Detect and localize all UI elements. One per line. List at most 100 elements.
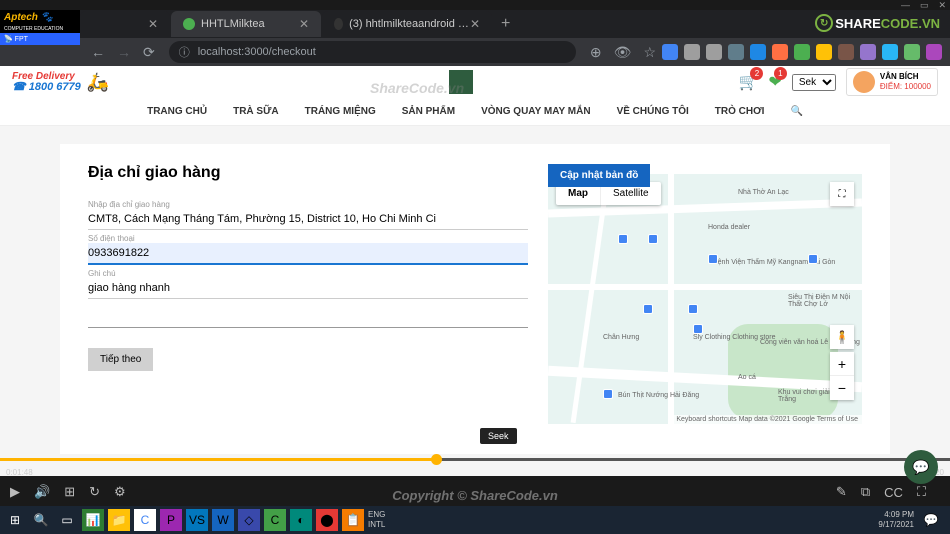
video-control-icon[interactable]: ↻: [89, 484, 100, 500]
extension-icon[interactable]: [838, 44, 854, 60]
info-icon[interactable]: ⓘ: [179, 44, 190, 60]
map-poi-label: Ao cá: [738, 374, 756, 381]
note-input[interactable]: [88, 278, 528, 299]
fullscreen-icon[interactable]: ⛶: [917, 484, 926, 500]
site-header: Free Delivery ☎ 1800 6779 🛵 🛒2 ❤1 Sek VÂ…: [0, 66, 950, 98]
extension-icon[interactable]: [750, 44, 766, 60]
taskbar-app[interactable]: W: [212, 509, 234, 531]
extension-icon[interactable]: [904, 44, 920, 60]
fullscreen-icon[interactable]: ⛶: [830, 182, 854, 206]
google-map[interactable]: Map Satellite ⛶ 🧍 + − Keyboard shortcuts…: [548, 174, 862, 424]
browser-tab[interactable]: (3) hhtlmilkteaandroid on Expo D✕: [322, 11, 492, 37]
extension-icon[interactable]: [772, 44, 788, 60]
extension-icon[interactable]: [684, 44, 700, 60]
taskbar-app[interactable]: 📊: [82, 509, 104, 531]
pegman-icon[interactable]: 🧍: [830, 325, 854, 349]
taskbar-app[interactable]: 📋: [342, 509, 364, 531]
address-input[interactable]: ⓘ localhost:3000/checkout: [169, 41, 576, 63]
nav-item[interactable]: TRÒ CHƠI: [715, 106, 765, 117]
window-close[interactable]: ✕: [938, 0, 946, 11]
wishlist-icon[interactable]: ❤1: [768, 72, 781, 92]
aptech-badge: Aptech 🐾 COMPUTER EDUCATION 📡 FPT: [0, 10, 80, 66]
notifications-icon[interactable]: 💬: [920, 509, 942, 531]
new-tab-button[interactable]: +: [501, 15, 510, 33]
browser-tab[interactable]: ✕: [80, 11, 170, 37]
extension-icon[interactable]: [816, 44, 832, 60]
nav-item[interactable]: VÒNG QUAY MAY MẮN: [481, 106, 590, 117]
taskbar-app[interactable]: C: [264, 509, 286, 531]
nav-item[interactable]: SẢN PHẨM: [402, 106, 455, 117]
url-bar: ← → ⟳ ⓘ localhost:3000/checkout ⊕ 👁 ☆: [0, 38, 950, 66]
video-control-icon[interactable]: ⚙: [114, 484, 126, 500]
video-control-icon[interactable]: ⊞: [64, 484, 75, 500]
window-minimize[interactable]: —: [901, 0, 910, 10]
cart-icon[interactable]: 🛒2: [739, 72, 759, 92]
system-clock[interactable]: 4:09 PM9/17/2021: [878, 510, 920, 529]
nav-item[interactable]: VỀ CHÚNG TÔI: [617, 106, 689, 117]
close-icon[interactable]: ✕: [470, 17, 480, 31]
close-icon[interactable]: ✕: [148, 17, 158, 31]
free-delivery-banner: Free Delivery ☎ 1800 6779: [12, 72, 81, 93]
taskbar-app[interactable]: 📁: [108, 509, 130, 531]
address-input[interactable]: [88, 209, 528, 230]
nav-item[interactable]: TRÀ SỮA: [233, 106, 279, 117]
map-attribution: Keyboard shortcuts Map data ©2021 Google…: [672, 415, 862, 424]
search-select[interactable]: Sek: [792, 74, 836, 91]
taskbar-app[interactable]: ⬤: [316, 509, 338, 531]
language-indicator[interactable]: ENGINTL: [368, 510, 385, 529]
user-menu[interactable]: VÂN BÍCH ĐIỂM: 100000: [846, 68, 938, 96]
map-poi-label: Siêu Thị Điện M Nội Thất Chợ Lớ: [788, 294, 862, 308]
eye-off-icon[interactable]: 👁: [614, 44, 632, 61]
extension-icon[interactable]: [860, 44, 876, 60]
extension-icon[interactable]: [882, 44, 898, 60]
extension-icon[interactable]: [794, 44, 810, 60]
field-label: Nhập địa chỉ giao hàng: [88, 200, 528, 209]
search-icon[interactable]: ⊕: [590, 44, 602, 61]
taskbar-app[interactable]: P: [160, 509, 182, 531]
pip-icon[interactable]: ⧉: [861, 484, 870, 500]
video-progress[interactable]: [0, 458, 950, 461]
play-icon[interactable]: ▶: [10, 484, 20, 500]
next-button[interactable]: Tiếp theo: [88, 348, 153, 371]
edit-icon[interactable]: ✎: [836, 484, 847, 500]
form-title: Địa chỉ giao hàng: [88, 164, 528, 182]
reload-icon[interactable]: ⟳: [143, 44, 155, 61]
back-icon[interactable]: ←: [91, 44, 105, 60]
close-icon[interactable]: ✕: [299, 17, 309, 31]
map-poi-label: Nhà Thờ An Lạc: [738, 189, 789, 196]
start-button[interactable]: ⊞: [4, 509, 26, 531]
chat-button[interactable]: 💬: [904, 450, 938, 484]
field-label: Ghi chú: [88, 269, 528, 278]
nav-item[interactable]: TRÁNG MIỆNG: [305, 106, 376, 117]
star-icon[interactable]: ☆: [643, 44, 656, 61]
browser-tab[interactable]: HHTLMilktea✕: [171, 11, 321, 37]
forward-icon[interactable]: →: [117, 44, 131, 60]
extension-icon[interactable]: [662, 44, 678, 60]
extension-icon[interactable]: [926, 44, 942, 60]
watermark-text: ShareCode.vn: [370, 80, 464, 96]
search-icon[interactable]: 🔍: [790, 106, 802, 117]
taskbar-app[interactable]: ◇: [238, 509, 260, 531]
window-maximize[interactable]: ▭: [920, 0, 929, 11]
extension-icon[interactable]: [728, 44, 744, 60]
taskbar-app[interactable]: C: [134, 509, 156, 531]
main-nav: TRANG CHỦ TRÀ SỮA TRÁNG MIỆNG SẢN PHẨM V…: [0, 98, 950, 126]
zoom-in-button[interactable]: +: [830, 352, 854, 376]
avatar: [853, 71, 875, 93]
update-map-button[interactable]: Cập nhật bản đồ: [548, 164, 650, 187]
tab-favicon: [183, 18, 195, 30]
taskbar-app[interactable]: VS: [186, 509, 208, 531]
windows-taskbar: ⊞ 🔍 ▭ 📊 📁 C P VS W ◇ C ◐ ⬤ 📋 ENGINTL 4:0…: [0, 506, 950, 534]
zoom-out-button[interactable]: −: [830, 376, 854, 400]
phone-input[interactable]: [88, 243, 528, 265]
extension-icon[interactable]: [706, 44, 722, 60]
volume-icon[interactable]: 🔊: [34, 484, 50, 500]
taskbar-app[interactable]: ◐: [290, 509, 312, 531]
task-view-icon[interactable]: ▭: [56, 509, 78, 531]
map-poi-label: Chân Hưng: [603, 334, 639, 341]
tab-favicon: [334, 18, 343, 30]
nav-item[interactable]: TRANG CHỦ: [147, 106, 207, 117]
captions-icon[interactable]: CC: [884, 485, 903, 500]
search-icon[interactable]: 🔍: [30, 509, 52, 531]
map-poi-label: Bún Thịt Nướng Hải Đăng: [618, 392, 699, 399]
